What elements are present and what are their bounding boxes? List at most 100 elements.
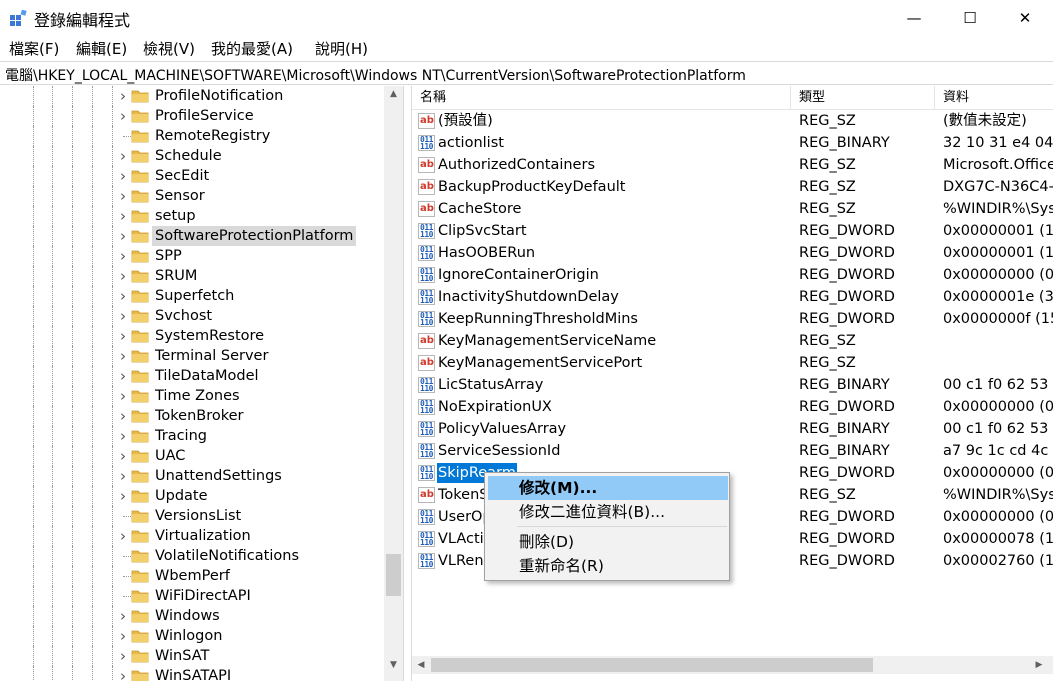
chevron-right-icon[interactable]: › xyxy=(118,349,128,364)
menu-file[interactable]: 檔案(F) xyxy=(9,38,59,59)
menu-help[interactable]: 說明(H) xyxy=(315,38,368,59)
chevron-right-icon[interactable]: › xyxy=(118,109,128,124)
tree-item[interactable]: › UAC xyxy=(0,446,384,466)
maximize-button[interactable]: ☐ xyxy=(942,0,998,36)
tree-item[interactable]: › SoftwareProtectionPlatform xyxy=(0,226,384,246)
chevron-right-icon[interactable]: › xyxy=(118,369,128,384)
tree-item[interactable]: › Update xyxy=(0,486,384,506)
menu-favorites[interactable]: 我的最愛(A) xyxy=(211,38,293,59)
close-button[interactable]: ✕ xyxy=(997,0,1053,36)
tree-item[interactable]: VersionsList xyxy=(0,506,384,526)
chevron-right-icon[interactable]: › xyxy=(118,289,128,304)
chevron-right-icon[interactable]: › xyxy=(118,629,128,644)
minimize-button[interactable]: — xyxy=(886,0,942,36)
binary-value-icon: 011 110 xyxy=(418,509,435,525)
tree-item[interactable]: › SystemRestore xyxy=(0,326,384,346)
column-header-name[interactable]: 名稱 xyxy=(412,86,446,110)
tree-item[interactable]: › TileDataModel xyxy=(0,366,384,386)
tree-item[interactable]: › Windows xyxy=(0,606,384,626)
tree-item[interactable]: › Superfetch xyxy=(0,286,384,306)
tree-item[interactable]: › SPP xyxy=(0,246,384,266)
value-row[interactable]: 011 110 LicStatusArray REG_BINARY 00 c1 f0 6… xyxy=(412,374,1053,396)
chevron-right-icon[interactable]: › xyxy=(118,529,128,544)
tree-item[interactable]: › WinSAT xyxy=(0,646,384,666)
tree-item[interactable]: › SRUM xyxy=(0,266,384,286)
chevron-right-icon[interactable]: › xyxy=(118,669,128,681)
tree-guide-line xyxy=(92,206,93,226)
chevron-right-icon[interactable]: › xyxy=(118,189,128,204)
chevron-right-icon[interactable]: › xyxy=(118,249,128,264)
chevron-right-icon[interactable]: › xyxy=(118,409,128,424)
address-path[interactable]: 電腦\HKEY_LOCAL_MACHINE\SOFTWARE\Microsoft… xyxy=(5,65,746,85)
chevron-right-icon[interactable]: › xyxy=(118,329,128,344)
value-row[interactable]: 011 110 actionlist REG_BINARY 32 10 31 e4 04… xyxy=(412,132,1053,154)
ctx-rename[interactable]: 重新命名(R) xyxy=(488,554,728,578)
value-row[interactable]: ab KeyManagementServiceName REG_SZ xyxy=(412,330,1053,352)
chevron-right-icon[interactable]: › xyxy=(118,309,128,324)
chevron-right-icon[interactable]: › xyxy=(118,609,128,624)
value-type: REG_DWORD xyxy=(799,223,895,239)
tree-item[interactable]: › ProfileService xyxy=(0,106,384,126)
tree-item[interactable]: › setup xyxy=(0,206,384,226)
tree-item[interactable]: › WinSATAPI xyxy=(0,666,384,681)
value-row[interactable]: 011 110 PolicyValuesArray REG_BINARY 00 c1 f… xyxy=(412,418,1053,440)
list-scroll-thumb[interactable] xyxy=(431,658,873,672)
chevron-right-icon[interactable]: › xyxy=(118,649,128,664)
value-row[interactable]: 011 110 ServiceSessionId REG_BINARY a7 9c 1c… xyxy=(412,440,1053,462)
value-row[interactable]: 011 110 HasOOBERun REG_DWORD 0x00000001 (1) xyxy=(412,242,1053,264)
value-name: TokenS xyxy=(438,487,489,503)
value-row[interactable]: ab AuthorizedContainers REG_SZ Microsoft.Of… xyxy=(412,154,1053,176)
list-horizontal-scrollbar[interactable]: ◀ ▶ xyxy=(412,656,1053,674)
scroll-up-arrow-icon[interactable]: ▲ xyxy=(384,86,403,103)
scroll-down-arrow-icon[interactable]: ▼ xyxy=(384,657,403,674)
chevron-right-icon[interactable]: › xyxy=(118,229,128,244)
tree-item[interactable]: WiFiDirectAPI xyxy=(0,586,384,606)
tree-item[interactable]: › ProfileNotification xyxy=(0,86,384,106)
column-header-type[interactable]: 類型 xyxy=(791,86,825,110)
tree-vertical-scrollbar[interactable]: ▲ ▼ xyxy=(384,86,403,681)
menu-edit[interactable]: 編輯(E) xyxy=(76,38,127,59)
tree-item[interactable]: › Tracing xyxy=(0,426,384,446)
value-row[interactable]: ab BackupProductKeyDefault REG_SZ DXG7C-N36… xyxy=(412,176,1053,198)
tree-item[interactable]: › Winlogon xyxy=(0,626,384,646)
chevron-right-icon[interactable]: › xyxy=(118,149,128,164)
value-row[interactable]: 011 110 ClipSvcStart REG_DWORD 0x00000001 (1… xyxy=(412,220,1053,242)
tree-item[interactable]: VolatileNotifications xyxy=(0,546,384,566)
tree-item[interactable]: › SecEdit xyxy=(0,166,384,186)
value-row[interactable]: ab CacheStore REG_SZ %WINDIR%\Syst xyxy=(412,198,1053,220)
value-row[interactable]: 011 110 KeepRunningThresholdMins REG_DWORD 0… xyxy=(412,308,1053,330)
address-bar[interactable]: 電腦\HKEY_LOCAL_MACHINE\SOFTWARE\Microsoft… xyxy=(0,61,1053,85)
chevron-right-icon[interactable]: › xyxy=(118,269,128,284)
scroll-right-arrow-icon[interactable]: ▶ xyxy=(1030,656,1048,674)
chevron-right-icon[interactable]: › xyxy=(118,169,128,184)
ctx-modify[interactable]: 修改(M)... xyxy=(488,476,728,500)
tree-item[interactable]: › Schedule xyxy=(0,146,384,166)
tree-scroll-thumb[interactable] xyxy=(386,554,401,596)
tree-item[interactable]: › TokenBroker xyxy=(0,406,384,426)
column-header-data[interactable]: 資料 xyxy=(935,86,969,110)
ctx-delete[interactable]: 刪除(D) xyxy=(488,530,728,554)
chevron-right-icon[interactable]: › xyxy=(118,89,128,104)
tree-item[interactable]: › Time Zones xyxy=(0,386,384,406)
scroll-left-arrow-icon[interactable]: ◀ xyxy=(412,656,430,674)
value-row[interactable]: 011 110 InactivityShutdownDelay REG_DWORD 0x… xyxy=(412,286,1053,308)
chevron-right-icon[interactable]: › xyxy=(118,449,128,464)
chevron-right-icon[interactable]: › xyxy=(118,489,128,504)
menu-view[interactable]: 檢視(V) xyxy=(143,38,195,59)
chevron-right-icon[interactable]: › xyxy=(118,209,128,224)
tree-item[interactable]: › Sensor xyxy=(0,186,384,206)
value-row[interactable]: 011 110 NoExpirationUX REG_DWORD 0x00000000 … xyxy=(412,396,1053,418)
tree-item[interactable]: RemoteRegistry xyxy=(0,126,384,146)
chevron-right-icon[interactable]: › xyxy=(118,469,128,484)
chevron-right-icon[interactable]: › xyxy=(118,389,128,404)
tree-item[interactable]: › Terminal Server xyxy=(0,346,384,366)
value-row[interactable]: ab (預設值) REG_SZ (數值未設定) xyxy=(412,110,1053,132)
ctx-modify-binary[interactable]: 修改二進位資料(B)... xyxy=(488,500,728,524)
value-row[interactable]: ab KeyManagementServicePort REG_SZ xyxy=(412,352,1053,374)
tree-item[interactable]: › Virtualization xyxy=(0,526,384,546)
tree-item[interactable]: WbemPerf xyxy=(0,566,384,586)
tree-item[interactable]: › Svchost xyxy=(0,306,384,326)
value-row[interactable]: 011 110 IgnoreContainerOrigin REG_DWORD 0x00… xyxy=(412,264,1053,286)
chevron-right-icon[interactable]: › xyxy=(118,429,128,444)
tree-item[interactable]: › UnattendSettings xyxy=(0,466,384,486)
